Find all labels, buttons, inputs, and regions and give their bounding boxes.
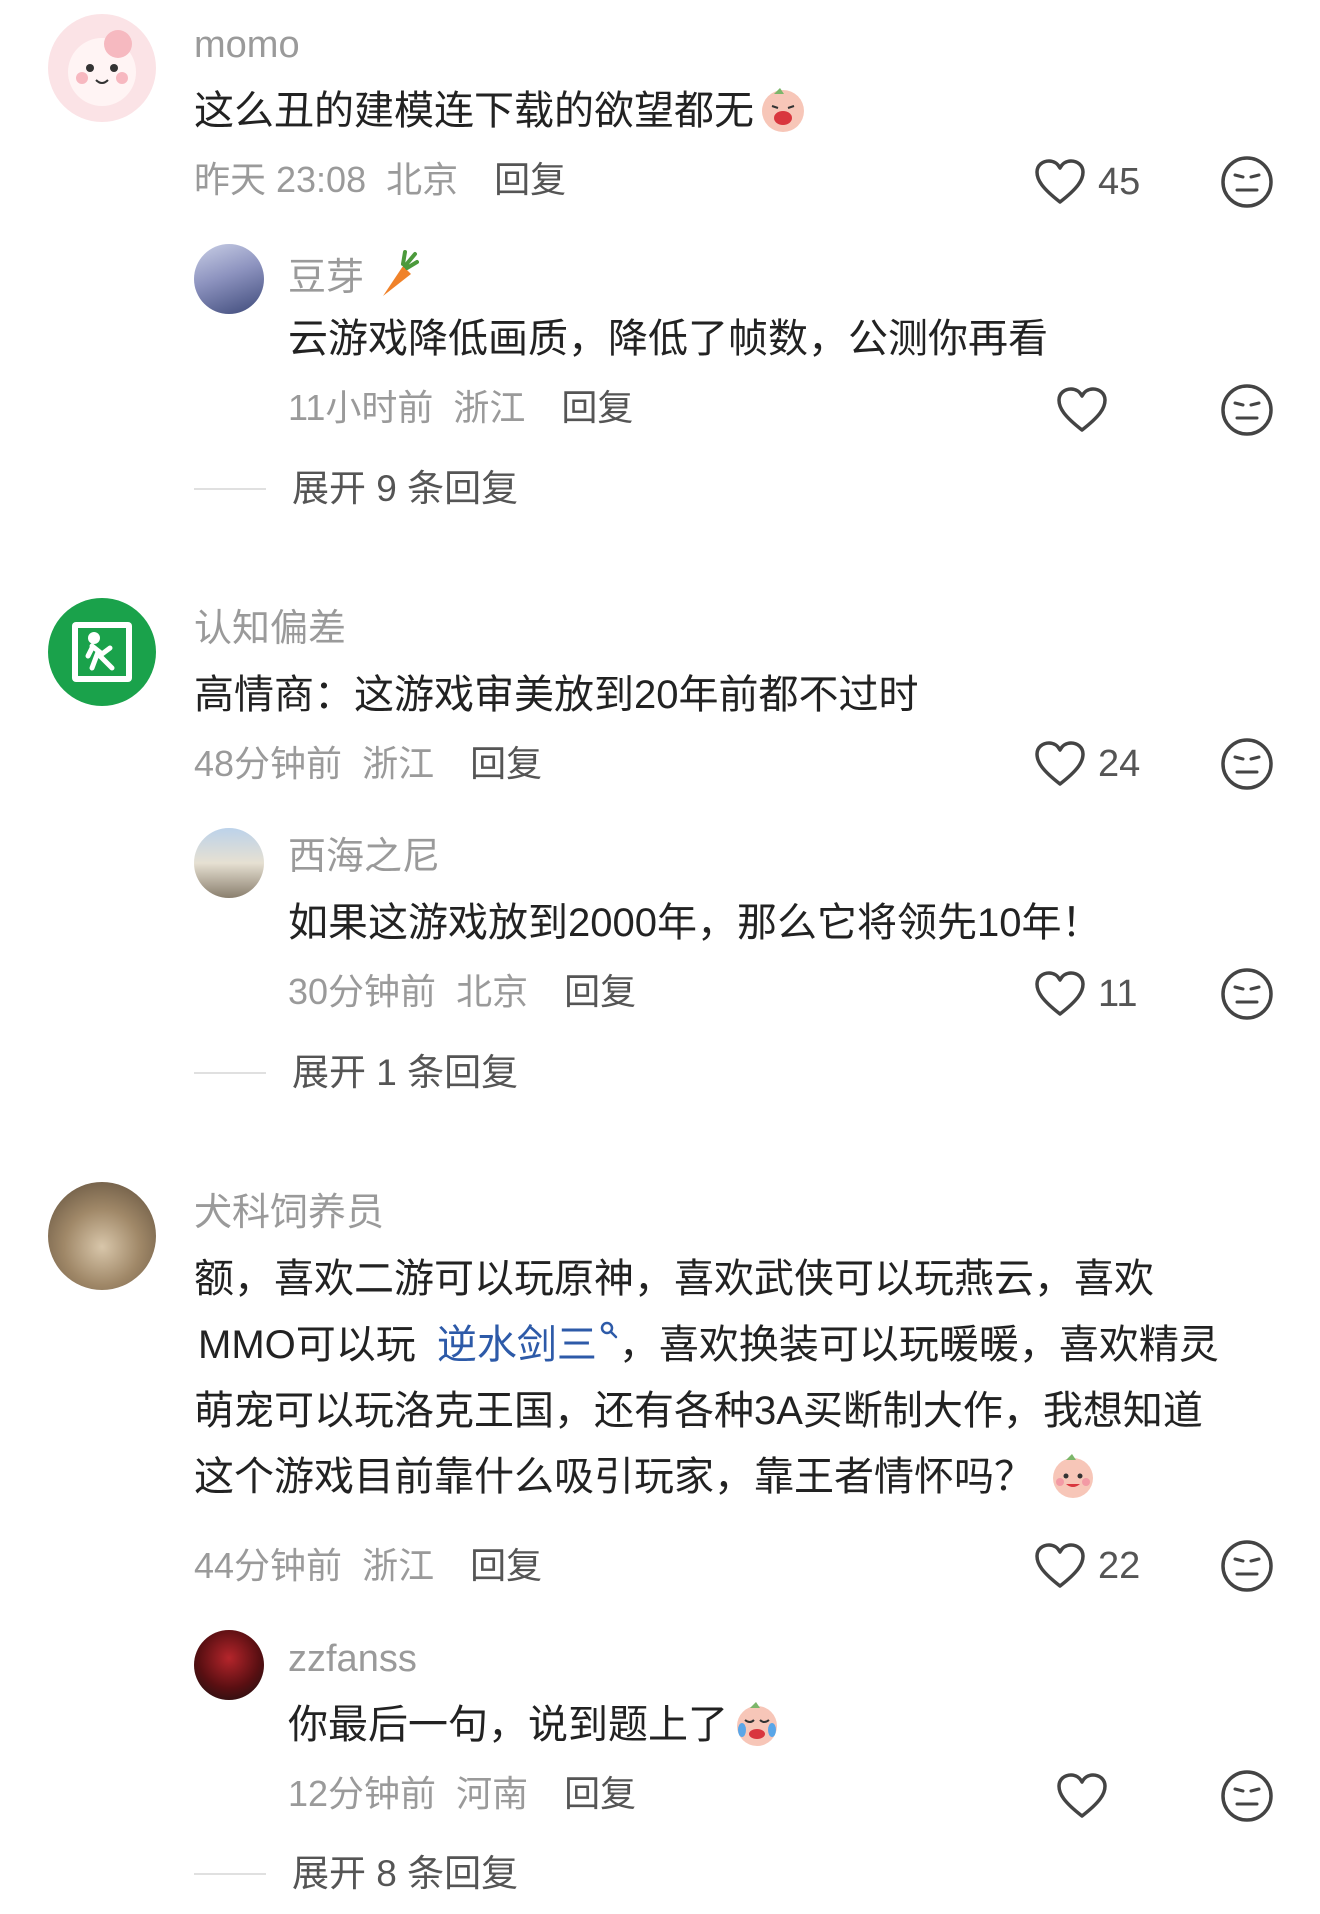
comment-text: 额，喜欢二游可以玩原神，喜欢武侠可以玩燕云，喜欢 MMO可以玩 逆水剑三 ，喜欢换… (194, 1246, 1284, 1510)
comment-author[interactable]: 认知偏差 (194, 606, 346, 652)
reply-avatar[interactable] (194, 1630, 264, 1700)
comment-text-line: 这个游戏目前靠什么吸引玩家，靠王者情怀吗？ (194, 1444, 1284, 1510)
comment-meta: 44分钟前 浙江 回复 (194, 1544, 542, 1588)
comment-text: 这么丑的建模连下载的欲望都无 (194, 78, 808, 144)
reply-author[interactable]: zzfanss (288, 1636, 417, 1682)
expand-replies-button[interactable]: 展开 1 条回复 (194, 1051, 518, 1095)
reply-button[interactable]: 回复 (470, 743, 542, 784)
comment-text-line: 额，喜欢二游可以玩原神，喜欢武侠可以玩燕云，喜欢 (194, 1257, 1154, 1301)
reply-author-name: 豆芽 (288, 257, 365, 299)
dislike-face-icon[interactable] (1220, 1769, 1274, 1823)
reply-button[interactable]: 回复 (564, 1773, 636, 1814)
dislike-face-icon[interactable] (1220, 737, 1274, 791)
expand-replies-label: 展开 8 条回复 (292, 1853, 519, 1894)
dislike-face-icon[interactable] (1220, 1539, 1274, 1593)
reply-author[interactable]: 豆芽 (288, 250, 419, 301)
like-count: 24 (1098, 742, 1141, 785)
reply-location: 河南 (456, 1773, 529, 1814)
comment-text-line: 萌宠可以玩洛克王国，还有各种3A买断制大作，我想知道 (194, 1389, 1203, 1433)
heart-icon (1035, 741, 1085, 786)
reply-time: 30分钟前 (288, 971, 437, 1012)
comment-author[interactable]: momo (194, 22, 300, 68)
comment-meta: 48分钟前 浙江 回复 (194, 742, 542, 786)
avatar[interactable] (48, 1182, 156, 1290)
smiling-face-emoji-icon (1053, 1454, 1093, 1498)
reply-text: 如果这游戏放到2000年，那么它将领先10年！ (288, 901, 1102, 945)
reply-text-content: 你最后一句，说到题上了 (288, 1703, 728, 1747)
heart-icon (1035, 159, 1085, 204)
like-button[interactable] (1056, 1766, 1108, 1826)
heart-icon (1035, 1543, 1085, 1588)
like-button[interactable] (1056, 380, 1108, 440)
laughing-crying-emoji-icon (737, 1702, 777, 1746)
search-link[interactable]: 逆水剑三 (436, 1321, 619, 1367)
heart-icon (1057, 387, 1107, 432)
avatar[interactable] (48, 14, 156, 122)
expand-replies-label: 展开 1 条回复 (292, 1052, 519, 1093)
comment-text-segment: 这个游戏目前靠什么吸引玩家，靠王者情怀吗？ (194, 1455, 1034, 1499)
reply-button[interactable]: 回复 (494, 159, 566, 200)
expand-replies-button[interactable]: 展开 9 条回复 (194, 467, 518, 511)
reply-avatar[interactable] (194, 828, 264, 898)
search-link-label: 逆水剑三 (436, 1323, 597, 1367)
reply-avatar[interactable] (194, 244, 264, 314)
crying-face-emoji-icon (762, 88, 804, 132)
reply-text: 云游戏降低画质，降低了帧数，公测你再看 (288, 317, 1048, 361)
comment-meta: 昨天 23:08 北京 回复 (194, 158, 566, 202)
comment-text-content: 这么丑的建模连下载的欲望都无 (194, 89, 754, 133)
reply-author[interactable]: 西海之尼 (288, 834, 440, 880)
comment-text: 高情商：这游戏审美放到20年前都不过时 (194, 673, 919, 717)
reply-meta: 11小时前 浙江 回复 (288, 386, 633, 430)
like-button[interactable]: 24 (1034, 734, 1140, 794)
like-count: 11 (1098, 972, 1138, 1015)
reply-location: 北京 (456, 971, 529, 1012)
dislike-face-icon[interactable] (1220, 155, 1274, 209)
comment-time: 48分钟前 (194, 743, 343, 784)
like-count: 45 (1098, 160, 1141, 203)
avatar[interactable] (48, 598, 156, 706)
comment-time: 44分钟前 (194, 1545, 343, 1586)
reply-button[interactable]: 回复 (564, 971, 636, 1012)
comment-text-segment: MMO可以玩 (198, 1323, 416, 1367)
comment-text-segment: ，喜欢换装可以玩暖暖，喜欢精灵 (618, 1323, 1219, 1367)
divider-line (194, 1873, 266, 1875)
reply-meta: 30分钟前 北京 回复 (288, 970, 636, 1014)
reply-button[interactable]: 回复 (470, 1545, 542, 1586)
like-count: 22 (1098, 1544, 1141, 1587)
comment-time: 昨天 23:08 (194, 159, 367, 200)
comment-location: 北京 (386, 159, 459, 200)
carrot-icon (382, 250, 419, 296)
dislike-face-icon[interactable] (1220, 967, 1274, 1021)
reply-meta: 12分钟前 河南 回复 (288, 1772, 636, 1816)
like-button[interactable]: 11 (1034, 964, 1137, 1024)
expand-replies-label: 展开 9 条回复 (292, 468, 519, 509)
heart-icon (1057, 1773, 1107, 1818)
comment-location: 浙江 (362, 1545, 435, 1586)
reply-text: 你最后一句，说到题上了 (288, 1692, 782, 1758)
expand-replies-button[interactable]: 展开 8 条回复 (194, 1852, 518, 1896)
reply-time: 12分钟前 (288, 1773, 437, 1814)
search-icon (600, 1321, 618, 1339)
comment-author[interactable]: 犬科饲养员 (194, 1190, 384, 1236)
like-button[interactable]: 22 (1034, 1536, 1140, 1596)
comment-location: 浙江 (362, 743, 435, 784)
reply-time: 11小时前 (288, 387, 434, 428)
reply-button[interactable]: 回复 (561, 387, 633, 428)
dislike-face-icon[interactable] (1220, 383, 1274, 437)
divider-line (194, 488, 266, 490)
comment-text-line: MMO可以玩 逆水剑三 ，喜欢换装可以玩暖暖，喜欢精灵 (194, 1312, 1284, 1378)
heart-icon (1035, 971, 1085, 1016)
divider-line (194, 1072, 266, 1074)
reply-location: 浙江 (453, 387, 526, 428)
like-button[interactable]: 45 (1034, 152, 1140, 212)
